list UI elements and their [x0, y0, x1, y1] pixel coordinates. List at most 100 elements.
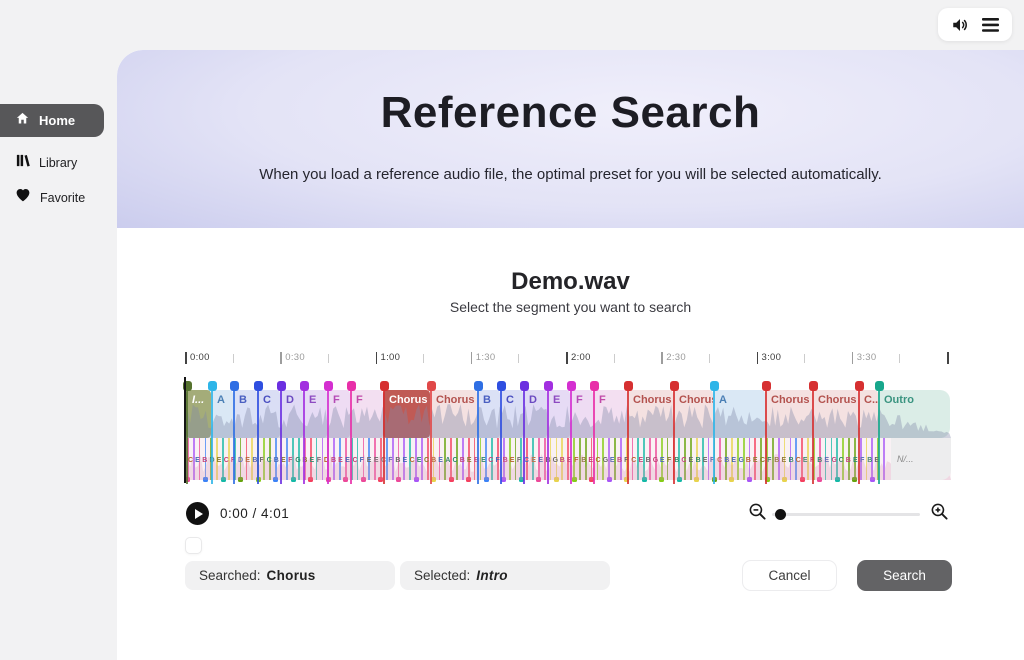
chord-letter: C — [410, 457, 415, 464]
section-segment-e[interactable]: E — [547, 390, 570, 438]
section-handle[interactable] — [809, 381, 818, 391]
section-segment-c[interactable]: C — [257, 390, 280, 438]
section-handle[interactable] — [300, 381, 309, 391]
section-handle[interactable] — [277, 381, 286, 391]
chord-handle — [238, 477, 243, 482]
section-handle[interactable] — [208, 381, 217, 391]
section-label: F — [356, 394, 363, 406]
chord-handle — [852, 477, 857, 482]
section-segment-f[interactable]: F — [350, 390, 383, 438]
section-segment-b[interactable]: B — [477, 390, 500, 438]
section-segment-e[interactable]: E — [303, 390, 327, 438]
section-handle[interactable] — [324, 381, 333, 391]
section-handle[interactable] — [347, 381, 356, 391]
ruler-tick — [947, 352, 949, 364]
search-button[interactable]: Search — [857, 560, 952, 591]
section-handle[interactable] — [590, 381, 599, 391]
chord-letter: F — [260, 457, 264, 464]
section-label: A — [217, 394, 225, 406]
section-segment-d[interactable]: D — [523, 390, 547, 438]
section-segment-a[interactable]: A — [211, 390, 233, 438]
section-handle[interactable] — [474, 381, 483, 391]
chord-handle — [273, 477, 278, 482]
loop-checkbox[interactable] — [185, 537, 202, 554]
section-handle[interactable] — [230, 381, 239, 391]
section-handle[interactable] — [567, 381, 576, 391]
section-label: F — [599, 394, 606, 406]
section-segment-chorus[interactable]: Chorus — [430, 390, 477, 438]
chord-letter: C — [352, 457, 357, 464]
chord-letter: E — [338, 457, 343, 464]
section-handle[interactable] — [875, 381, 884, 391]
section-segment-chorus[interactable]: Chorus — [673, 390, 713, 438]
chord-letter: C — [224, 457, 229, 464]
section-handle[interactable] — [762, 381, 771, 391]
section-segment-f[interactable]: F — [593, 390, 627, 438]
chord-letter: E — [481, 457, 486, 464]
sidebar-item-library[interactable]: Library — [0, 146, 110, 179]
section-segment-chorus[interactable]: Chorus — [383, 390, 430, 438]
chord-handle — [361, 477, 366, 482]
play-button[interactable] — [186, 502, 209, 525]
section-boundary-line — [186, 384, 188, 484]
chord-letter: B — [560, 457, 565, 464]
chord-letter: F — [767, 457, 771, 464]
section-segment-chorus[interactable]: Chorus — [627, 390, 673, 438]
sidebar-item-home[interactable]: Home — [0, 104, 104, 137]
section-segment-b[interactable]: B — [233, 390, 257, 438]
section-handle[interactable] — [497, 381, 506, 391]
playhead[interactable] — [184, 377, 186, 483]
section-segment-a[interactable]: A — [713, 390, 765, 438]
section-segment-c[interactable]: C — [500, 390, 523, 438]
chord-letter: B — [395, 457, 400, 464]
section-handle[interactable] — [544, 381, 553, 391]
section-segment-f[interactable]: F — [327, 390, 350, 438]
section-handle[interactable] — [427, 381, 436, 391]
section-handle[interactable] — [624, 381, 633, 391]
chord-letter: G — [653, 457, 658, 464]
section-handle[interactable] — [710, 381, 719, 391]
section-handle[interactable] — [670, 381, 679, 391]
section-boundary-line — [547, 384, 549, 484]
section-handle[interactable] — [254, 381, 263, 391]
chord-handle — [642, 477, 647, 482]
chord-letter: E — [703, 457, 708, 464]
speaker-icon[interactable] — [951, 16, 969, 34]
section-boundary-line — [627, 384, 629, 484]
chord-letter: B — [789, 457, 794, 464]
section-segment-chorus[interactable]: Chorus — [765, 390, 812, 438]
chord-letter: E — [438, 457, 443, 464]
sidebar-item-favorite[interactable]: Favorite — [0, 181, 110, 214]
section-segment-chorus[interactable]: Chorus — [812, 390, 858, 438]
cancel-button[interactable]: Cancel — [742, 560, 837, 591]
magnifier-minus-icon[interactable] — [748, 502, 767, 521]
chord-handle — [308, 477, 313, 482]
section-handle[interactable] — [855, 381, 864, 391]
section-handle[interactable] — [380, 381, 389, 391]
section-segment-c[interactable]: C... — [858, 390, 878, 438]
section-boundary-line — [878, 384, 880, 484]
zoom-slider-thumb[interactable] — [775, 509, 786, 520]
magnifier-plus-icon[interactable] — [930, 502, 949, 521]
section-segment-f[interactable]: F — [570, 390, 593, 438]
section-boundary-line — [673, 384, 675, 484]
section-segment-i[interactable]: I... — [186, 390, 211, 438]
chord-letter: E — [310, 457, 315, 464]
chord-letter: E — [753, 457, 758, 464]
section-segment-d[interactable]: D — [280, 390, 303, 438]
section-handle[interactable] — [520, 381, 529, 391]
menu-icon[interactable] — [982, 18, 999, 32]
section-label: D — [286, 394, 294, 406]
chord-letter: E — [374, 457, 379, 464]
chord-letter: A — [445, 457, 450, 464]
section-label: C — [263, 394, 271, 406]
section-segment-outro[interactable]: Outro — [878, 390, 950, 438]
chord-letter: F — [388, 457, 392, 464]
chord-handle — [449, 477, 454, 482]
zoom-slider[interactable] — [772, 513, 920, 516]
ruler-minor-tick — [804, 354, 805, 363]
chord-letter: F — [667, 457, 671, 464]
section-label: E — [309, 394, 316, 406]
ruler-tick-label: 0:30 — [285, 352, 305, 363]
chord-letter: E — [824, 457, 829, 464]
